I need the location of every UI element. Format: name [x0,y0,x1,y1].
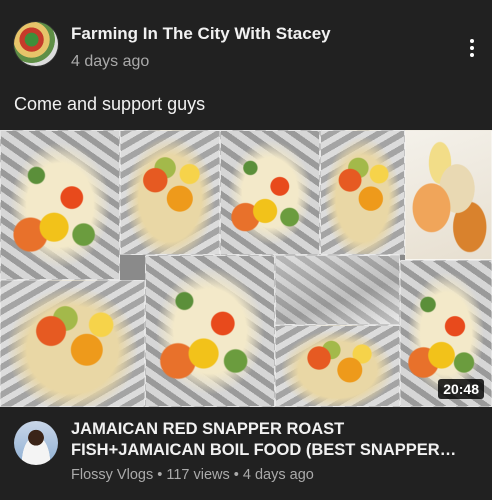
view-count: 117 views [166,467,230,483]
video-time: 4 days ago [242,467,314,483]
channel-name[interactable]: Farming In The City With Stacey [71,24,331,44]
thumbnail-photo [220,130,320,255]
uploader-name[interactable]: Flossy Vlogs [71,467,153,483]
video-info[interactable]: JAMAICAN RED SNAPPER ROAST FISH+JAMAICAN… [0,407,492,500]
community-post-header: Farming In The City With Stacey 4 days a… [0,0,492,86]
post-time: 4 days ago [71,53,150,70]
more-vert-icon [470,39,474,43]
video-duration: 20:48 [438,379,484,399]
thumbnail-photo [405,130,492,260]
post-text: Come and support guys [14,94,206,114]
video-meta: Flossy Vlogs • 117 views • 4 days ago [71,467,314,483]
thumbnail-photo [145,255,275,407]
thumbnail-photo [275,255,400,325]
meta-separator: • [233,467,239,483]
thumbnail-photo [0,280,145,407]
channel-avatar[interactable] [14,22,58,66]
thumbnail-photo [120,130,220,255]
thumbnail-photo [320,130,405,255]
uploader-avatar[interactable] [14,421,58,465]
thumbnail-photo [275,325,400,407]
more-options-button[interactable] [458,34,486,62]
video-title[interactable]: JAMAICAN RED SNAPPER ROAST FISH+JAMAICAN… [71,419,481,461]
thumbnail-photo [0,130,120,280]
video-thumbnail[interactable]: 20:48 [0,130,492,407]
meta-separator: • [157,467,163,483]
